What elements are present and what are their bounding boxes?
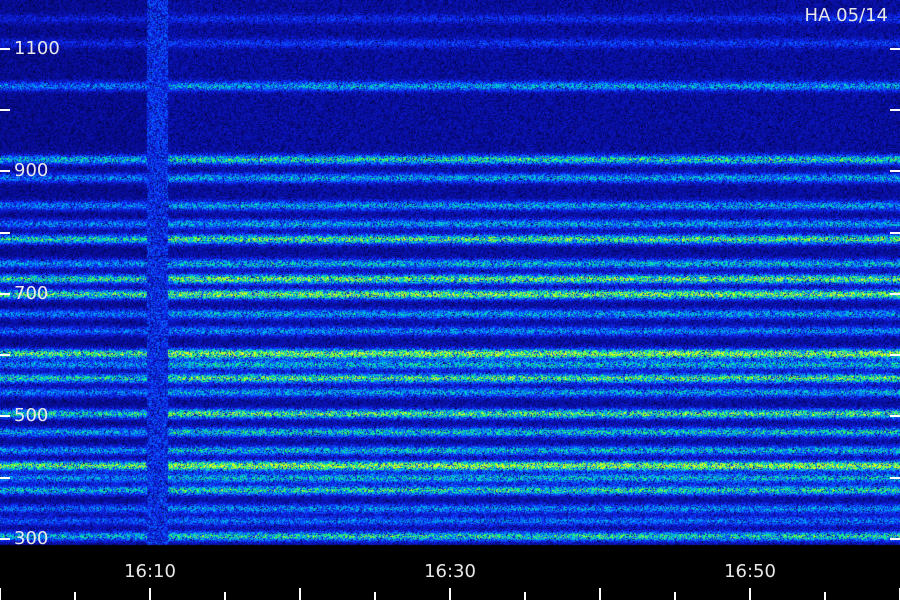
x-tick-mark bbox=[674, 592, 676, 600]
y-tick-mark bbox=[0, 292, 10, 295]
y-tick-mark bbox=[890, 354, 900, 357]
x-tick-mark bbox=[449, 588, 451, 600]
x-tick-mark bbox=[824, 592, 826, 600]
y-tick-mark bbox=[890, 109, 900, 112]
y-tick-mark bbox=[890, 537, 900, 540]
x-tick-mark bbox=[149, 588, 151, 600]
y-tick-label: 1100 bbox=[14, 37, 60, 59]
x-tick-label: 16:50 bbox=[724, 561, 776, 582]
x-tick-mark bbox=[599, 588, 601, 600]
y-tick-mark bbox=[890, 292, 900, 295]
y-tick-mark bbox=[890, 476, 900, 479]
y-tick-label: 700 bbox=[14, 282, 49, 304]
y-tick-mark bbox=[0, 537, 10, 540]
x-tick-label: 16:30 bbox=[424, 561, 476, 582]
y-tick-mark bbox=[0, 354, 10, 357]
y-tick-mark bbox=[890, 231, 900, 234]
spectrogram-heatmap bbox=[0, 0, 900, 600]
y-tick-mark bbox=[0, 109, 10, 112]
x-tick-mark bbox=[299, 588, 301, 600]
x-tick-mark bbox=[374, 592, 376, 600]
x-tick-mark bbox=[0, 588, 1, 600]
y-tick-mark bbox=[0, 415, 10, 418]
x-tick-mark bbox=[224, 592, 226, 600]
chart-title: HA 05/14 bbox=[804, 5, 888, 26]
x-tick-mark bbox=[749, 588, 751, 600]
x-tick-mark bbox=[74, 592, 76, 600]
y-tick-mark bbox=[0, 231, 10, 234]
y-tick-label: 500 bbox=[14, 405, 49, 427]
y-tick-mark bbox=[890, 415, 900, 418]
y-tick-label: 300 bbox=[14, 527, 49, 549]
x-tick-label: 16:10 bbox=[124, 561, 176, 582]
x-tick-mark bbox=[524, 592, 526, 600]
y-tick-mark bbox=[890, 47, 900, 50]
y-tick-mark bbox=[890, 170, 900, 173]
y-tick-mark bbox=[0, 47, 10, 50]
y-tick-label: 900 bbox=[14, 160, 49, 182]
y-tick-mark bbox=[0, 170, 10, 173]
y-tick-mark bbox=[0, 476, 10, 479]
